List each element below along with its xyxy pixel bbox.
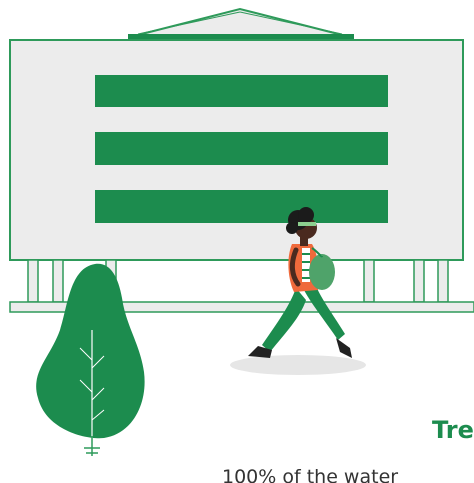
section-heading: Tre <box>432 416 474 444</box>
walker-shadow <box>230 355 366 375</box>
facade-band-3 <box>95 190 388 223</box>
facade-band-2 <box>95 132 388 165</box>
facade-band-1 <box>95 75 388 107</box>
illustration <box>9 7 474 456</box>
page: Tre 100% of the water <box>0 0 474 483</box>
section-body: 100% of the water <box>222 466 399 483</box>
building-illustration <box>9 7 474 313</box>
